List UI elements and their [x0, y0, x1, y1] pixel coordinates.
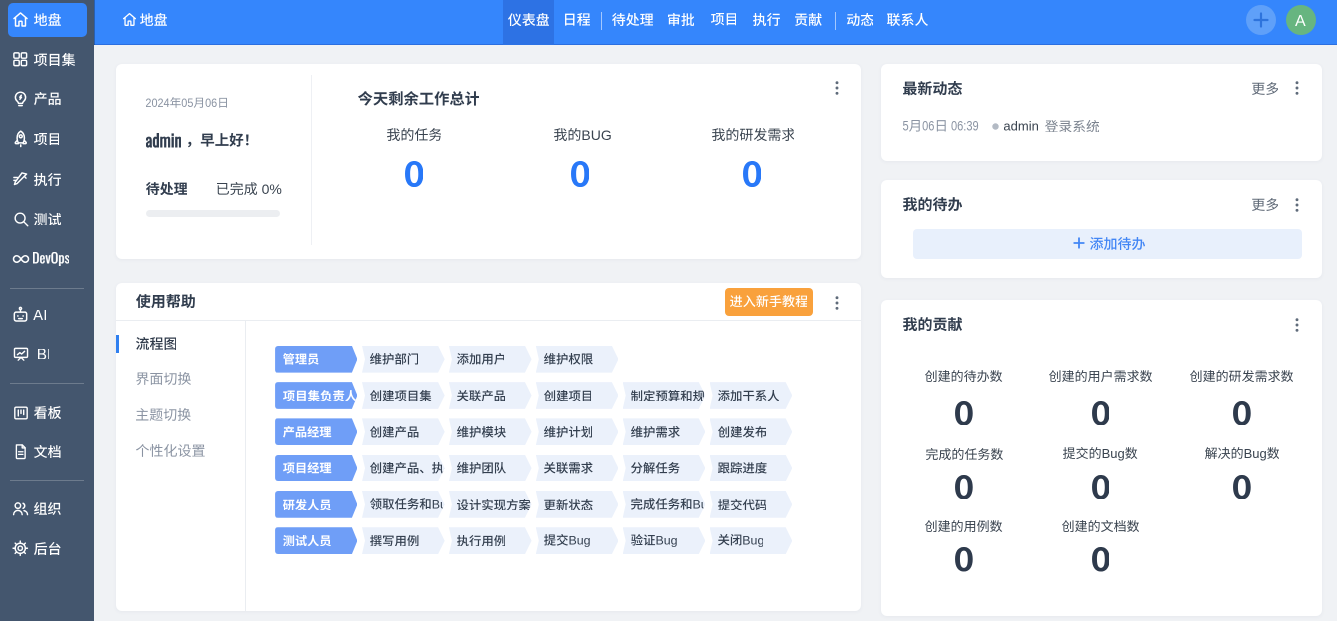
svg-text:Bug: Bug [655, 534, 676, 547]
svg-text:5: 5 [903, 120, 909, 132]
svg-text:BI: BI [38, 349, 50, 360]
svg-text:06: 06 [922, 120, 934, 132]
svg-text:BUG: BUG [581, 128, 610, 141]
svg-text:0%: 0% [262, 182, 282, 195]
svg-text:06:39: 06:39 [951, 120, 979, 132]
svg-text:Bug: Bug [742, 534, 763, 547]
svg-text:Bug: Bug [568, 534, 589, 547]
svg-text:admin: admin [1004, 121, 1038, 131]
svg-text:2024: 2024 [146, 97, 170, 108]
svg-text:05: 05 [181, 97, 194, 108]
svg-text:AI: AI [33, 310, 46, 321]
svg-text:Bug: Bug [1243, 447, 1266, 461]
svg-text:06: 06 [205, 97, 217, 108]
svg-text:A: A [1295, 15, 1306, 26]
svg-text:Bug: Bug [1102, 447, 1125, 461]
